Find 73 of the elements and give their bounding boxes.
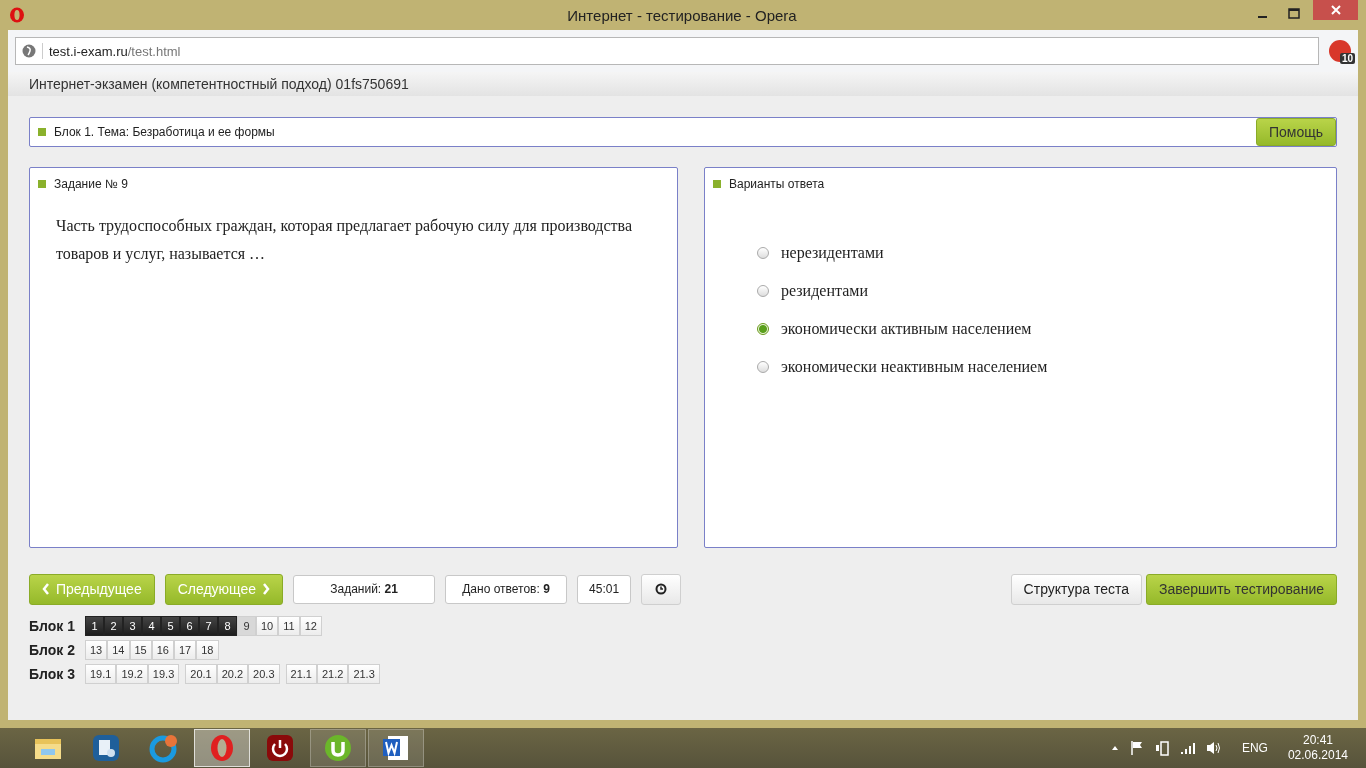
question-number-button[interactable]: 4	[142, 616, 161, 636]
answer-option[interactable]: нерезидентами	[781, 244, 884, 262]
question-number-button[interactable]: 5	[161, 616, 180, 636]
url-text: test.i-exam.ru/test.html	[49, 43, 181, 59]
tasks-count: Заданий: 21	[293, 574, 436, 604]
clock-button[interactable]	[641, 573, 682, 605]
question-number-button[interactable]: 20.1	[185, 664, 217, 684]
opera-app-icon[interactable]	[194, 729, 250, 767]
question-number-button[interactable]: 11	[278, 616, 300, 636]
signal-icon[interactable]	[1179, 741, 1196, 755]
flag-icon[interactable]	[1129, 740, 1144, 756]
battery-icon[interactable]	[1153, 739, 1170, 757]
chevron-right-icon	[262, 583, 271, 595]
question-number-button[interactable]: 13	[85, 640, 108, 660]
radio-button[interactable]	[757, 323, 769, 335]
clock-date[interactable]: 02.06.2014	[1287, 748, 1348, 763]
question-number-button[interactable]: 21.1	[285, 664, 317, 684]
answer-option[interactable]: резидентами	[781, 282, 868, 300]
square-icon	[713, 180, 721, 188]
close-button[interactable]	[1313, 0, 1358, 20]
clock-time[interactable]: 20:41	[1302, 733, 1333, 748]
answer-option[interactable]: экономически неактивным населением	[781, 358, 1048, 376]
question-number-button[interactable]: 16	[151, 640, 174, 660]
timer: 45:01	[577, 574, 632, 604]
question-number-button[interactable]: 20.2	[216, 664, 249, 684]
question-number-button[interactable]: 21.3	[348, 664, 380, 684]
block-label: Блок 2	[29, 642, 76, 658]
question-number-button[interactable]: 9	[237, 616, 256, 636]
close-icon	[1329, 4, 1342, 16]
torrent-app-icon[interactable]	[310, 729, 366, 767]
radio-button[interactable]	[757, 361, 769, 373]
question-number-button[interactable]: 18	[196, 640, 219, 660]
square-icon	[38, 180, 46, 188]
radio-button[interactable]	[757, 285, 769, 297]
language-indicator[interactable]: ENG	[1241, 741, 1268, 755]
question-number-button[interactable]: 21.2	[316, 664, 349, 684]
opera-logo-icon	[9, 7, 25, 23]
question-number-button[interactable]: 17	[174, 640, 197, 660]
question-number-button[interactable]: 19.2	[116, 664, 148, 684]
question-number-button[interactable]: 19.1	[85, 664, 117, 684]
window-title: Интернет - тестирование - Opera	[566, 6, 798, 24]
answers-title: Варианты ответа	[729, 177, 825, 191]
address-field[interactable]: test.i-exam.ru/test.html	[15, 37, 1319, 65]
finish-test-button[interactable]: Завершить тестирование	[1146, 573, 1337, 605]
radio-button[interactable]	[757, 247, 769, 259]
block-label: Блок 3	[29, 666, 76, 682]
question-number-button[interactable]: 6	[180, 616, 199, 636]
question-number-button[interactable]: 10	[256, 616, 279, 636]
answered-count: Дано ответов: 9	[445, 574, 568, 604]
word-app-icon[interactable]	[368, 729, 424, 767]
question-text: Часть трудоспособных граждан, которая предлагает рабочую силу для производства товаров и услуг, называется …	[56, 216, 634, 265]
task-title: Задание № 9	[54, 177, 128, 191]
block-title: Блок 1. Тема: Безработица и ее формы	[54, 125, 275, 139]
question-number-button[interactable]: 15	[129, 640, 152, 660]
help-button[interactable]: Помощь	[1255, 118, 1336, 146]
block-label: Блок 1	[29, 618, 76, 634]
question-number-button[interactable]: 12	[299, 616, 322, 636]
question-number-button[interactable]: 20.3	[248, 664, 280, 684]
test-structure-button[interactable]: Структура теста	[1010, 573, 1142, 605]
speaker-icon[interactable]	[1205, 740, 1222, 756]
chevron-left-icon	[42, 583, 50, 595]
clock-icon	[655, 583, 668, 595]
globe-icon	[22, 44, 36, 58]
exam-title: Интернет-экзамен (компетентностный подход) 01fs750691	[29, 76, 409, 92]
question-number-button[interactable]: 19.3	[147, 664, 180, 684]
answer-option[interactable]: экономически активным населением	[781, 320, 1032, 338]
question-number-button[interactable]: 1	[85, 616, 104, 636]
question-number-button[interactable]: 8	[218, 616, 237, 636]
question-number-button[interactable]: 14	[107, 640, 130, 660]
square-icon	[38, 128, 46, 136]
question-number-button[interactable]: 7	[199, 616, 218, 636]
question-number-button[interactable]: 3	[123, 616, 142, 636]
question-number-button[interactable]: 2	[104, 616, 123, 636]
